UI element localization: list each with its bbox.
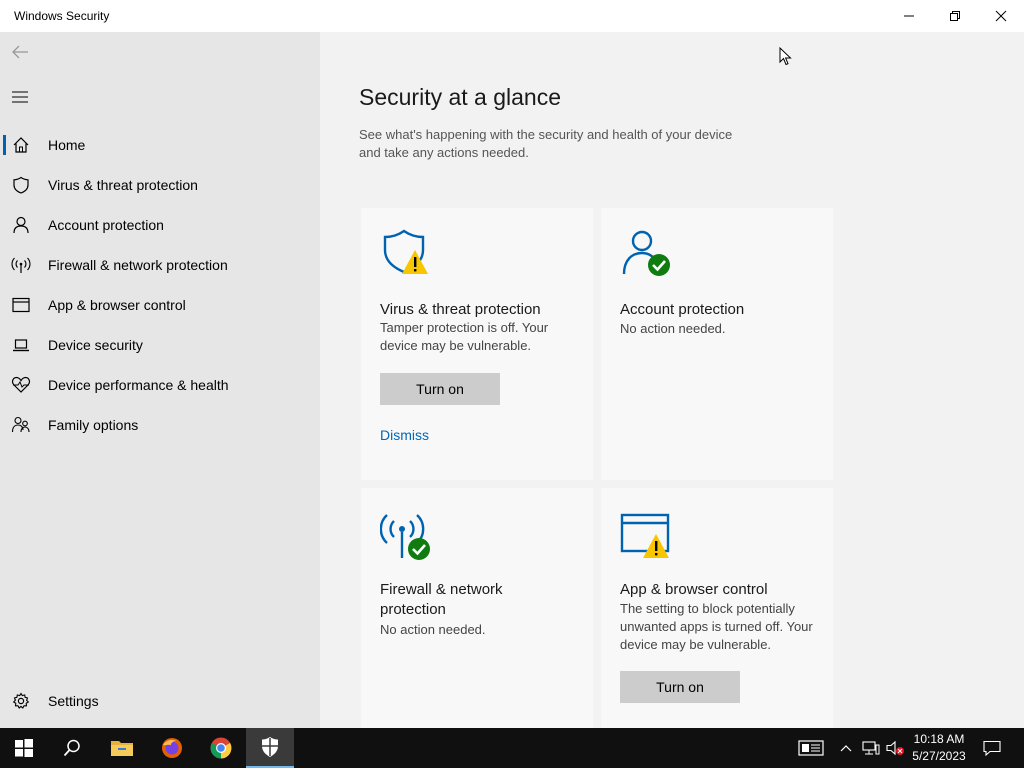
- wireless-check-icon: [379, 512, 434, 566]
- hamburger-menu-icon[interactable]: [10, 88, 30, 106]
- start-icon[interactable]: [0, 728, 48, 768]
- card-account-protection[interactable]: Account protection No action needed.: [601, 208, 833, 480]
- sidebar-item-label: Device performance & health: [48, 377, 229, 393]
- sidebar-item-label: Account protection: [48, 217, 164, 233]
- main-content: Security at a glance See what's happenin…: [320, 32, 1024, 728]
- sidebar-item-device-security[interactable]: Device security: [0, 325, 320, 365]
- dismiss-link[interactable]: Dismiss: [380, 427, 429, 443]
- sidebar-item-label: App & browser control: [48, 297, 186, 313]
- chrome-icon[interactable]: [197, 728, 245, 768]
- window-title: Windows Security: [14, 9, 110, 23]
- card-title: Firewall & network protection: [380, 581, 503, 618]
- card-description: No action needed.: [620, 321, 726, 336]
- card-title: Virus & threat protection: [380, 301, 541, 318]
- clock-time: 10:18 AM: [913, 732, 965, 746]
- gear-icon: [11, 691, 31, 711]
- sidebar-item-label: Virus & threat protection: [48, 177, 198, 193]
- browser-window-icon: [11, 295, 31, 315]
- sidebar-item-settings[interactable]: Settings: [0, 681, 320, 721]
- heart-pulse-icon: [11, 375, 31, 395]
- person-check-icon: [620, 228, 674, 282]
- turn-on-button[interactable]: Turn on: [380, 373, 500, 405]
- sidebar-item-virus-threat[interactable]: Virus & threat protection: [0, 165, 320, 205]
- laptop-icon: [11, 335, 31, 355]
- close-button[interactable]: [978, 0, 1024, 32]
- system-clock[interactable]: 10:18 AM 5/27/2023: [905, 731, 973, 765]
- restore-button[interactable]: [932, 0, 978, 32]
- chevron-up-icon[interactable]: [838, 738, 854, 758]
- windows-security-window: Windows Security Home Virus & threat pro…: [0, 0, 1024, 728]
- sidebar-item-home[interactable]: Home: [0, 125, 320, 165]
- news-interests-icon[interactable]: [797, 738, 825, 758]
- card-app-browser-control[interactable]: App & browser control The setting to blo…: [601, 488, 833, 728]
- card-firewall-network-protection[interactable]: Firewall & network protection No action …: [361, 488, 593, 728]
- card-title: Account protection: [620, 301, 745, 318]
- sidebar-item-firewall[interactable]: Firewall & network protection: [0, 245, 320, 285]
- minimize-button[interactable]: [886, 0, 932, 32]
- family-icon: [11, 415, 31, 435]
- card-title: App & browser control: [620, 581, 768, 598]
- file-explorer-icon[interactable]: [98, 728, 146, 768]
- turn-on-button[interactable]: Turn on: [620, 671, 740, 703]
- sidebar-item-account[interactable]: Account protection: [0, 205, 320, 245]
- taskbar: 10:18 AM 5/27/2023: [0, 728, 1024, 768]
- browser-warning-icon: [620, 512, 674, 566]
- sidebar-item-family[interactable]: Family options: [0, 405, 320, 445]
- card-description: Tamper protection is off. Your device ma…: [380, 320, 549, 353]
- windows-security-icon[interactable]: [246, 728, 294, 768]
- speaker-muted-icon[interactable]: [884, 738, 906, 758]
- sidebar-item-label: Settings: [48, 693, 99, 709]
- page-description: See what's happening with the security a…: [359, 127, 733, 160]
- back-arrow-icon[interactable]: [10, 42, 30, 62]
- card-description: The setting to block potentially unwante…: [620, 601, 813, 652]
- page-title: Security at a glance: [359, 84, 562, 110]
- title-bar: Windows Security: [0, 0, 1024, 32]
- firefox-icon[interactable]: [148, 728, 196, 768]
- wireless-signal-icon: [11, 255, 31, 275]
- shield-warning-icon: [380, 228, 434, 282]
- clock-date: 5/27/2023: [912, 749, 966, 763]
- sidebar: Home Virus & threat protection Account p…: [0, 32, 320, 728]
- mouse-pointer-icon: [779, 46, 793, 67]
- sidebar-item-label: Device security: [48, 337, 143, 353]
- sidebar-item-label: Firewall & network protection: [48, 257, 228, 273]
- sidebar-item-label: Home: [48, 137, 86, 153]
- sidebar-item-label: Family options: [48, 417, 139, 433]
- notification-center-icon[interactable]: [980, 738, 1004, 758]
- search-icon[interactable]: [48, 728, 96, 768]
- person-icon: [11, 215, 31, 235]
- sidebar-item-device-performance[interactable]: Device performance & health: [0, 365, 320, 405]
- card-virus-threat-protection[interactable]: Virus & threat protection Tamper protect…: [361, 208, 593, 480]
- sidebar-item-app-browser[interactable]: App & browser control: [0, 285, 320, 325]
- network-icon[interactable]: [861, 738, 881, 758]
- card-description: No action needed.: [380, 622, 486, 637]
- shield-icon: [11, 175, 31, 195]
- home-icon: [11, 135, 31, 155]
